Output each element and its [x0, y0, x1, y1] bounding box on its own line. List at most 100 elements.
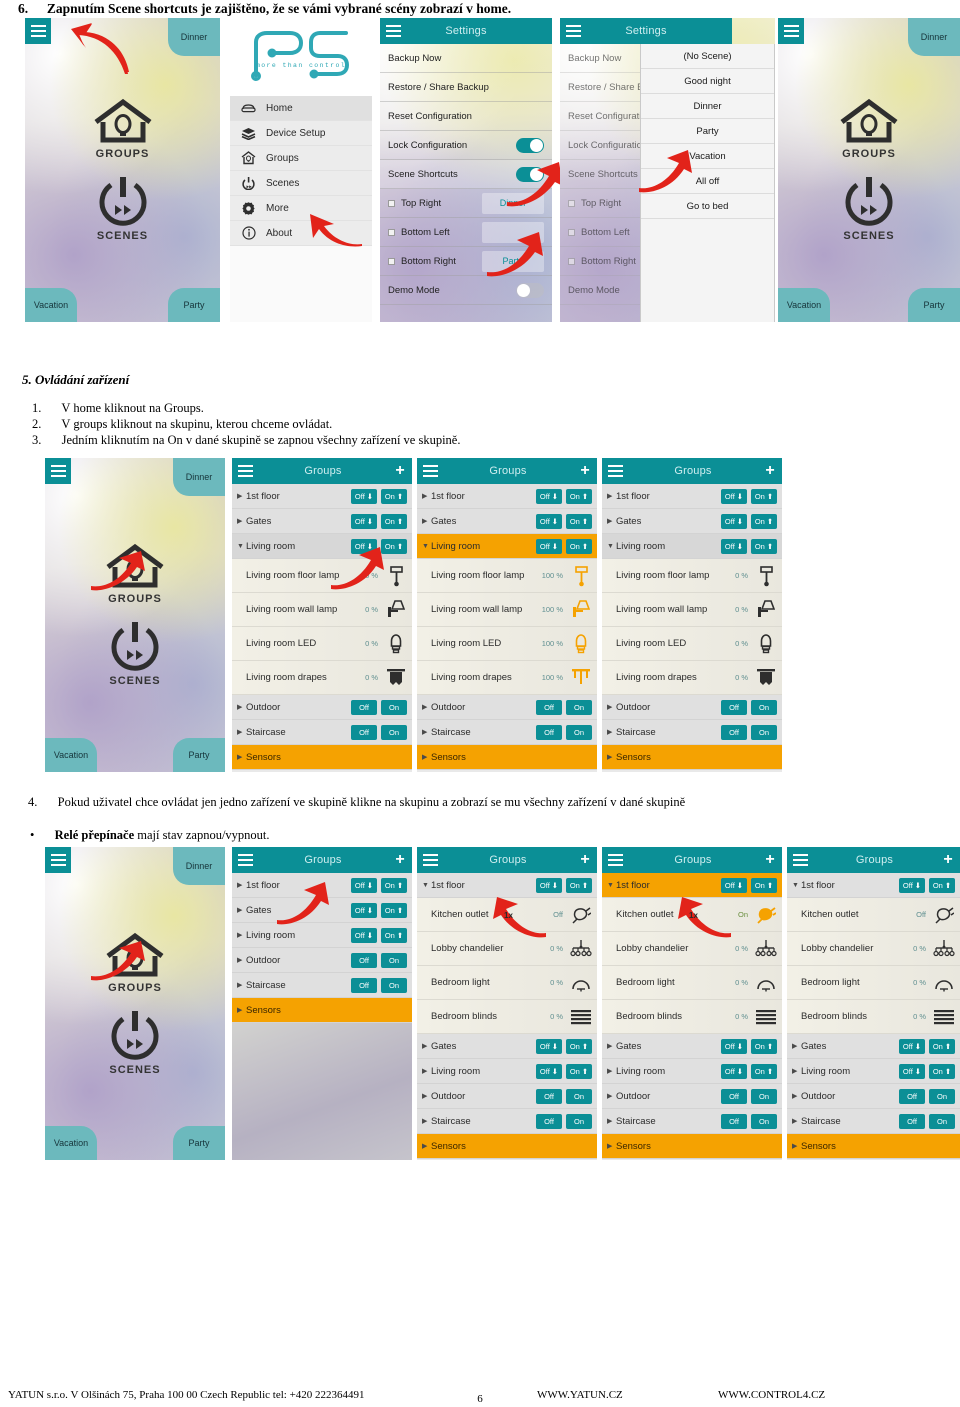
on-button[interactable]: On ⬆ — [751, 1063, 777, 1079]
off-button[interactable]: Off ⬇ — [351, 538, 377, 554]
chevron-right-icon[interactable]: ▶ — [422, 1092, 431, 1100]
scene-shortcut-bottom-left[interactable]: Vacation — [45, 738, 97, 772]
hamburger-icon[interactable] — [380, 18, 406, 44]
phone-menu-drawer[interactable]: more than control Home Device Setup Grou… — [230, 18, 372, 322]
group-row-1st-floor[interactable]: ▶ 1st floor Off ⬇ On ⬆ — [602, 484, 782, 509]
hamburger-icon[interactable] — [232, 847, 258, 873]
group-row-gates[interactable]: ▶ Gates Off ⬇ On ⬆ — [232, 509, 412, 534]
off-button[interactable]: Off ⬇ — [351, 902, 377, 918]
on-button[interactable]: On ⬆ — [566, 1063, 592, 1079]
group-row-sensors[interactable]: ▶ Sensors — [602, 1134, 782, 1159]
dome-light-icon[interactable] — [755, 974, 777, 992]
chevron-right-icon[interactable]: ▶ — [422, 1142, 431, 1150]
on-button[interactable]: On ⬆ — [751, 877, 777, 893]
phone-groups-collapsed[interactable]: Groups + ▶ 1st floor Off ⬇ On ⬆ ▶ Gates Off… — [232, 847, 412, 1160]
scene-picker-dropdown[interactable]: (No Scene) Good night Dinner Party Vacat… — [640, 44, 775, 322]
off-button[interactable]: Off — [351, 952, 377, 968]
off-button[interactable]: Off ⬇ — [351, 488, 377, 504]
on-button[interactable]: On ⬆ — [751, 488, 777, 504]
led-lamp-icon[interactable] — [570, 633, 592, 655]
led-lamp-icon[interactable] — [755, 633, 777, 655]
chevron-right-icon[interactable]: ▶ — [237, 931, 246, 939]
settings-row-bottom-left[interactable]: Bottom Left — [380, 218, 552, 247]
chevron-right-icon[interactable]: ▶ — [607, 1117, 616, 1125]
device-row-living-room-floor-lamp[interactable]: Living room floor lamp 0 % — [232, 559, 412, 593]
phone-groups-living-off[interactable]: Groups + ▶ 1st floor Off ⬇ On ⬆ ▶ Gates Off… — [232, 458, 412, 772]
chevron-right-icon[interactable]: ▶ — [607, 753, 616, 761]
on-button[interactable]: On — [751, 1088, 777, 1104]
scene-option-all-off[interactable]: All off — [641, 169, 774, 194]
dome-light-icon[interactable] — [933, 974, 955, 992]
scene-option-dinner[interactable]: Dinner — [641, 94, 774, 119]
group-row-1st-floor[interactable]: ▼ 1st floor Off ⬇ On ⬆ — [602, 873, 782, 898]
chevron-right-icon[interactable]: ▶ — [607, 1092, 616, 1100]
settings-row-top-right[interactable]: Top Right Dinner — [380, 189, 552, 218]
device-row-bedroom-blinds[interactable]: Bedroom blinds 0 % — [417, 1000, 597, 1034]
device-row-lobby-chandelier[interactable]: Lobby chandelier 0 % — [417, 932, 597, 966]
checkbox-icon[interactable] — [568, 199, 575, 207]
groups-button[interactable]: GROUPS — [92, 98, 154, 160]
off-button[interactable]: Off — [721, 724, 747, 740]
scene-shortcut-bottom-left[interactable]: Vacation — [25, 288, 77, 322]
chevron-right-icon[interactable]: ▶ — [422, 753, 431, 761]
blinds-icon[interactable] — [933, 1008, 955, 1026]
device-row-living-room-drapes[interactable]: Living room drapes 0 % — [232, 661, 412, 695]
demo-mode-toggle[interactable] — [516, 282, 544, 298]
on-button[interactable]: On — [381, 952, 407, 968]
add-group-button[interactable]: + — [936, 851, 960, 869]
add-group-button[interactable]: + — [573, 462, 597, 480]
scene-shortcuts-toggle[interactable] — [516, 166, 544, 182]
on-button[interactable]: On ⬆ — [381, 488, 407, 504]
chevron-right-icon[interactable]: ▶ — [422, 517, 431, 525]
device-row-living-room-floor-lamp[interactable]: Living room floor lamp 100 % — [417, 559, 597, 593]
group-row-outdoor[interactable]: ▶ Outdoor Off On — [787, 1084, 960, 1109]
group-row-sensors[interactable]: ▶ Sensors — [602, 745, 782, 770]
led-lamp-icon[interactable] — [385, 633, 407, 655]
chevron-down-icon[interactable]: ▼ — [792, 882, 801, 889]
on-button[interactable]: On — [751, 1113, 777, 1129]
scene-option-vacation[interactable]: Vacation — [641, 144, 774, 169]
group-row-staircase[interactable]: ▶ Staircase Off On — [602, 1109, 782, 1134]
lock-configuration-toggle[interactable] — [516, 137, 544, 153]
on-button[interactable]: On ⬆ — [381, 927, 407, 943]
phone-settings-1[interactable]: Settings Backup Now Restore / Share Back… — [380, 18, 552, 322]
chevron-right-icon[interactable]: ▶ — [237, 703, 246, 711]
scene-shortcut-bottom-right[interactable]: Party — [173, 1126, 225, 1160]
top-right-scene-value[interactable]: Dinner — [482, 192, 544, 214]
hamburger-icon[interactable] — [45, 847, 71, 873]
phone-home-screen-4[interactable]: Dinner Vacation Party GROUPS SCENES — [45, 847, 225, 1160]
hamburger-icon[interactable] — [417, 458, 443, 484]
group-row-outdoor[interactable]: ▶ Outdoor Off On — [232, 695, 412, 720]
off-button[interactable]: Off ⬇ — [536, 488, 562, 504]
device-row-living-room-drapes[interactable]: Living room drapes 100 % — [417, 661, 597, 695]
off-button[interactable]: Off — [721, 699, 747, 715]
chevron-right-icon[interactable]: ▶ — [607, 728, 616, 736]
chevron-down-icon[interactable]: ▼ — [607, 882, 616, 889]
off-button[interactable]: Off ⬇ — [536, 1038, 562, 1054]
off-button[interactable]: Off ⬇ — [351, 877, 377, 893]
drawer-item-about[interactable]: About — [230, 221, 372, 246]
off-button[interactable]: Off — [536, 1088, 562, 1104]
settings-row-bottom-right[interactable]: Bottom Right Party — [380, 247, 552, 276]
on-button[interactable]: On ⬆ — [751, 513, 777, 529]
off-button[interactable]: Off — [899, 1113, 925, 1129]
off-button[interactable]: Off ⬇ — [351, 513, 377, 529]
off-button[interactable]: Off ⬇ — [899, 1063, 925, 1079]
groups-button[interactable]: GROUPS — [104, 932, 166, 994]
group-row-outdoor[interactable]: ▶ Outdoor Off On — [417, 1084, 597, 1109]
hamburger-icon[interactable] — [45, 458, 71, 484]
dome-light-icon[interactable] — [570, 974, 592, 992]
chevron-down-icon[interactable]: ▼ — [422, 543, 431, 550]
device-row-bedroom-light[interactable]: Bedroom light 0 % — [787, 966, 960, 1000]
hamburger-icon[interactable] — [560, 18, 586, 44]
off-button[interactable]: Off ⬇ — [536, 877, 562, 893]
off-button[interactable]: Off — [536, 1113, 562, 1129]
drawer-item-more[interactable]: More — [230, 196, 372, 221]
device-row-lobby-chandelier[interactable]: Lobby chandelier 0 % — [787, 932, 960, 966]
hamburger-icon[interactable] — [602, 458, 628, 484]
chevron-right-icon[interactable]: ▶ — [607, 1042, 616, 1050]
on-button[interactable]: On ⬆ — [566, 513, 592, 529]
floor-lamp-icon[interactable] — [385, 565, 407, 587]
group-row-sensors[interactable]: ▶ Sensors — [232, 745, 412, 770]
wall-lamp-icon[interactable] — [755, 599, 777, 621]
